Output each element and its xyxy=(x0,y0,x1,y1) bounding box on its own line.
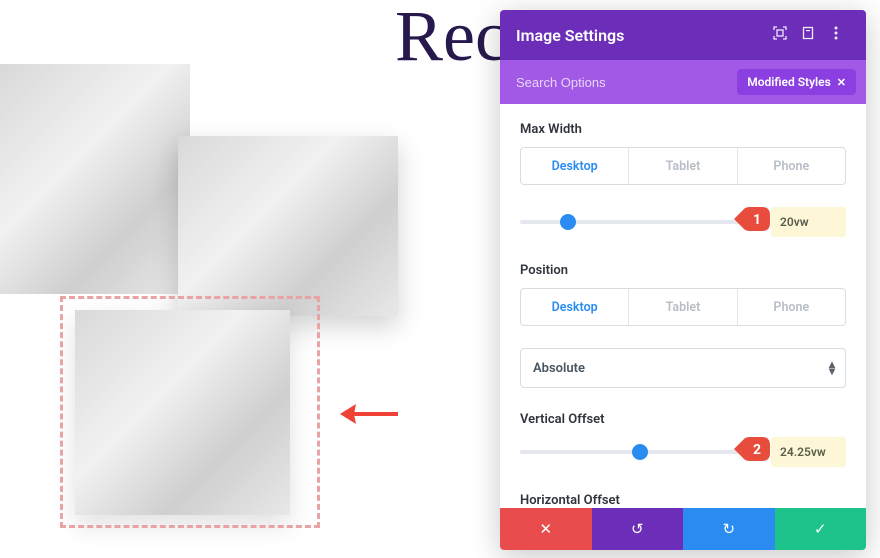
max-width-slider[interactable] xyxy=(520,220,759,224)
vertical-offset-input[interactable]: 24.25vw xyxy=(771,437,846,467)
annotation-badge-1-icon: 1 xyxy=(732,205,772,233)
updown-icon: ▴▾ xyxy=(829,361,835,375)
position-label: Position xyxy=(520,263,846,278)
confirm-button[interactable]: ✓ xyxy=(775,508,867,550)
vertical-offset-label: Vertical Offset xyxy=(520,412,846,427)
position-select[interactable]: Absolute ▴▾ xyxy=(520,348,846,388)
modified-styles-pill[interactable]: Modified Styles ✕ xyxy=(737,69,856,95)
tab-desktop[interactable]: Desktop xyxy=(521,289,629,325)
device-tabs-maxwidth: Desktop Tablet Phone xyxy=(520,147,846,185)
svg-text:2: 2 xyxy=(753,442,761,458)
redo-button[interactable]: ↻ xyxy=(683,508,775,550)
panel-header: Image Settings xyxy=(500,10,866,60)
redo-icon: ↻ xyxy=(722,520,735,538)
more-icon[interactable] xyxy=(822,26,850,44)
close-icon[interactable]: ✕ xyxy=(837,76,846,89)
max-width-label: Max Width xyxy=(520,122,846,137)
close-button[interactable]: ✕ xyxy=(500,508,592,550)
page-title: Rec xyxy=(395,0,507,72)
pill-label: Modified Styles xyxy=(747,75,831,89)
undo-icon: ↺ xyxy=(631,520,644,538)
position-select-value: Absolute xyxy=(533,361,585,376)
tab-tablet[interactable]: Tablet xyxy=(629,289,737,325)
slider-thumb[interactable] xyxy=(560,214,576,230)
page-icon[interactable] xyxy=(794,26,822,44)
tab-desktop[interactable]: Desktop xyxy=(521,148,629,184)
tab-phone[interactable]: Phone xyxy=(738,148,845,184)
expand-icon[interactable] xyxy=(766,26,794,44)
image-bottom[interactable] xyxy=(75,310,290,515)
vertical-offset-slider-row: 2 24.25vw xyxy=(520,437,846,467)
tab-tablet[interactable]: Tablet xyxy=(629,148,737,184)
image-top-left xyxy=(0,64,190,294)
panel-subheader: Modified Styles ✕ xyxy=(500,60,866,104)
annotation-arrow-icon xyxy=(338,400,398,428)
tab-phone[interactable]: Phone xyxy=(738,289,845,325)
panel-title: Image Settings xyxy=(516,26,766,45)
slider-thumb[interactable] xyxy=(632,444,648,460)
max-width-input[interactable]: 20vw xyxy=(771,207,846,237)
annotation-badge-2-icon: 2 xyxy=(732,435,772,463)
device-tabs-position: Desktop Tablet Phone xyxy=(520,288,846,326)
svg-text:1: 1 xyxy=(753,212,761,228)
vertical-offset-slider[interactable] xyxy=(520,450,759,454)
close-icon: ✕ xyxy=(539,520,552,538)
max-width-slider-row: 1 20vw xyxy=(520,207,846,237)
undo-button[interactable]: ↺ xyxy=(592,508,684,550)
search-input[interactable] xyxy=(516,75,737,90)
panel-footer: ✕ ↺ ↻ ✓ xyxy=(500,508,866,550)
check-icon: ✓ xyxy=(814,520,827,538)
image-top-right xyxy=(178,136,398,316)
horizontal-offset-label: Horizontal Offset xyxy=(520,493,846,508)
panel-body: Max Width Desktop Tablet Phone 1 20vw Po… xyxy=(500,104,866,508)
image-settings-panel: Image Settings Modified Styles ✕ Max Wid… xyxy=(500,10,866,550)
